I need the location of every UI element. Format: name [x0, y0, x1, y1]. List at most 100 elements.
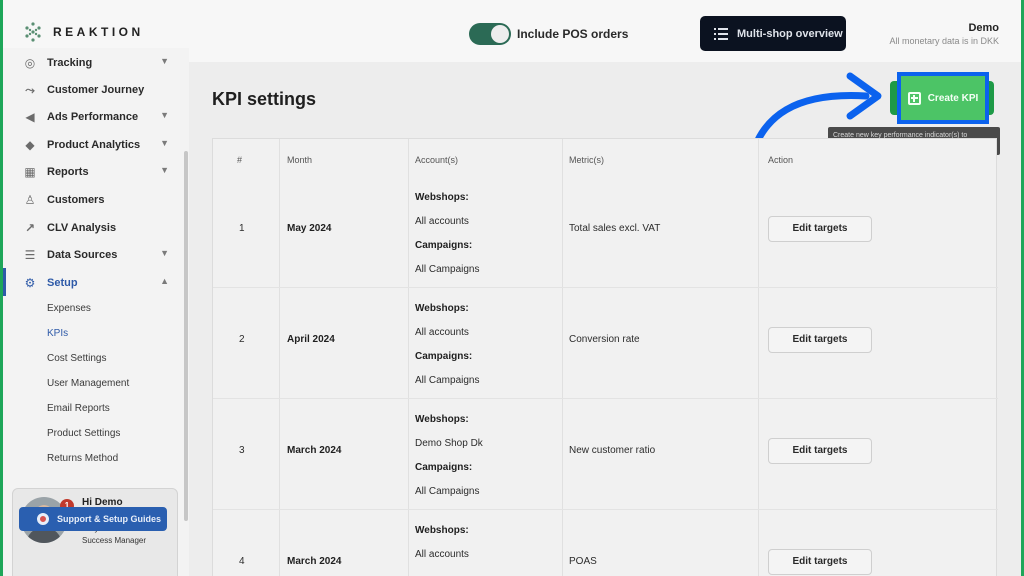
edit-targets-button[interactable]: Edit targets	[768, 216, 872, 242]
sidebar-subitem-product-settings[interactable]: Product Settings	[47, 428, 120, 439]
multishop-label: Multi-shop overview	[737, 27, 843, 40]
pos-toggle-label: Include POS orders	[517, 27, 629, 41]
sidebar-item-label: Reports	[47, 166, 89, 178]
column-header-accounts: Account(s)	[415, 155, 459, 165]
campaigns-label: Campaigns:	[415, 240, 473, 251]
target-icon: ◎	[24, 56, 36, 70]
sidebar-item-label: Data Sources	[47, 249, 118, 261]
webshops-label: Webshops:	[415, 414, 469, 425]
sidebar-item-label: CLV Analysis	[47, 222, 117, 234]
sidebar-subitem-returns-method[interactable]: Returns Method	[47, 453, 118, 464]
column-header-month: Month	[287, 155, 313, 165]
chevron-down-icon: ▼	[160, 138, 169, 148]
trend-icon: ↗	[24, 221, 36, 235]
row-metric: Total sales excl. VAT	[569, 223, 661, 234]
campaigns-label: Campaigns:	[415, 351, 473, 362]
row-month: March 2024	[287, 556, 342, 567]
sidebar-subitem-user-management[interactable]: User Management	[47, 378, 129, 389]
sidebar-item-product-analytics[interactable]: ◆ Product Analytics ▼	[3, 134, 183, 156]
user-name: Demo	[968, 22, 999, 34]
sidebar-item-label: Customer Journey	[47, 84, 145, 96]
webshops-value: All accounts	[415, 216, 469, 227]
sidebar-subitem-expenses[interactable]: Expenses	[47, 303, 91, 314]
app-window: REAKTION Include POS orders Multi-shop o…	[3, 0, 1021, 576]
sidebar-item-clv-analysis[interactable]: ↗ CLV Analysis	[3, 217, 183, 239]
webshops-label: Webshops:	[415, 192, 469, 203]
chevron-up-icon: ▲	[160, 276, 169, 286]
megaphone-icon: ◀	[25, 110, 35, 124]
create-kpi-label: Create KPI	[927, 92, 979, 104]
brand-logo[interactable]: REAKTION	[23, 22, 144, 42]
sidebar-item-setup[interactable]: ⚙ Setup ▲	[3, 272, 183, 294]
sidebar: ◎ Tracking ▼ ⤳ Customer Journey ◀ Ads Pe…	[3, 48, 189, 576]
row-month: April 2024	[287, 334, 335, 345]
table-icon: ▦	[24, 165, 36, 179]
campaigns-value: All Campaigns	[415, 264, 480, 275]
support-setup-guides-button[interactable]: Support & Setup Guides	[19, 507, 167, 531]
sidebar-scrollbar[interactable]	[184, 151, 188, 521]
row-month: May 2024	[287, 223, 332, 234]
sidebar-subitem-kpis[interactable]: KPIs	[47, 328, 68, 339]
user-icon: ♙	[24, 193, 36, 207]
row-number: 3	[239, 445, 245, 456]
reaktion-logo-icon	[25, 22, 41, 42]
column-header-number: #	[237, 155, 243, 165]
row-number: 2	[239, 334, 245, 345]
sidebar-item-ads-performance[interactable]: ◀ Ads Performance ▼	[3, 106, 183, 128]
row-month: March 2024	[287, 445, 342, 456]
page-title: KPI settings	[212, 89, 317, 109]
edit-targets-button[interactable]: Edit targets	[768, 327, 872, 353]
sidebar-item-label: Ads Performance	[47, 111, 139, 123]
row-metric: New customer ratio	[569, 445, 656, 456]
chevron-down-icon: ▼	[160, 248, 169, 258]
sidebar-item-data-sources[interactable]: ☰ Data Sources ▼	[3, 244, 183, 266]
currency-note: All monetary data is in DKK	[889, 36, 999, 46]
edit-targets-button[interactable]: Edit targets	[768, 549, 872, 575]
chevron-down-icon: ▼	[160, 56, 169, 66]
tag-icon: ◆	[25, 138, 35, 152]
campaigns-value: All Campaigns	[415, 375, 480, 386]
sidebar-item-label: Tracking	[47, 57, 93, 69]
sidebar-subitem-cost-settings[interactable]: Cost Settings	[47, 353, 106, 364]
sidebar-item-customers[interactable]: ♙ Customers	[3, 189, 183, 211]
route-icon: ⤳	[25, 83, 35, 97]
edit-targets-button[interactable]: Edit targets	[768, 438, 872, 464]
chevron-down-icon: ▼	[160, 110, 169, 120]
toggle-knob	[491, 25, 509, 43]
webshops-label: Webshops:	[415, 525, 469, 536]
sidebar-item-tracking[interactable]: ◎ Tracking ▼	[3, 52, 183, 74]
database-icon: ☰	[24, 248, 36, 262]
campaigns-label: Campaigns:	[415, 462, 473, 473]
row-number: 1	[239, 223, 245, 234]
sidebar-item-label: Product Analytics	[47, 139, 141, 151]
csm-promo-card[interactable]: 1 Hi Demo My name is Marcin and I'm your…	[12, 488, 178, 576]
lifebuoy-icon	[37, 513, 49, 525]
sidebar-item-label: Customers	[47, 194, 105, 206]
kpi-table: # Month Account(s) Metric(s) Action 1 Ma…	[212, 138, 998, 576]
add-box-icon	[907, 91, 921, 105]
column-header-metrics: Metric(s)	[569, 155, 604, 165]
list-icon	[714, 27, 728, 40]
webshops-value: Demo Shop Dk	[415, 438, 483, 449]
gear-icon: ⚙	[24, 276, 36, 290]
webshops-value: All accounts	[415, 549, 469, 560]
sidebar-item-customer-journey[interactable]: ⤳ Customer Journey	[3, 79, 183, 101]
column-header-action: Action	[768, 155, 794, 165]
row-metric: Conversion rate	[569, 334, 640, 345]
campaigns-value: All Campaigns	[415, 486, 480, 497]
row-number: 4	[239, 556, 245, 567]
toggle-switch[interactable]	[469, 23, 511, 45]
create-kpi-button[interactable]: Create KPI	[897, 72, 989, 124]
user-menu[interactable]: Demo All monetary data is in DKK	[889, 22, 999, 46]
multishop-overview-button[interactable]: Multi-shop overview	[700, 16, 846, 51]
row-metric: POAS	[569, 556, 597, 567]
webshops-label: Webshops:	[415, 303, 469, 314]
support-label: Support & Setup Guides	[57, 514, 162, 524]
brand-name: REAKTION	[53, 25, 144, 39]
chevron-down-icon: ▼	[160, 165, 169, 175]
pos-orders-toggle[interactable]: Include POS orders	[469, 23, 628, 45]
sidebar-subitem-email-reports[interactable]: Email Reports	[47, 403, 110, 414]
sidebar-item-reports[interactable]: ▦ Reports ▼	[3, 161, 183, 183]
webshops-value: All accounts	[415, 327, 469, 338]
sidebar-item-label: Setup	[47, 277, 78, 289]
